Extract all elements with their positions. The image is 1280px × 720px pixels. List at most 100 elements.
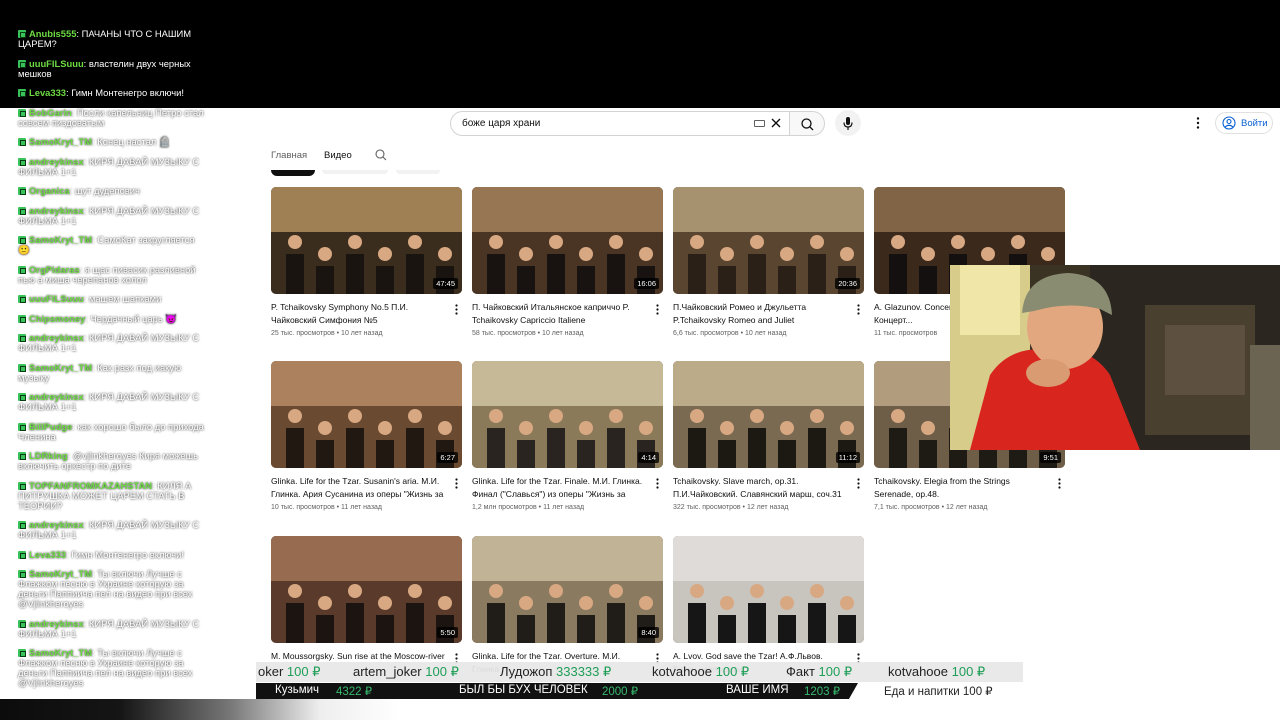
ticker-amount: 100 ₽ <box>286 664 321 679</box>
chat-nick: uuuFILSuuu <box>29 293 84 304</box>
video-views: 11 тыс. просмотров <box>874 330 938 337</box>
chat-message: SamoKryt_TM: Конец настал 🪦 <box>18 137 208 147</box>
chat-message: uuuFILSuuu: машем шапками <box>18 294 208 304</box>
video-thumbnail[interactable]: 16:06 <box>472 187 663 294</box>
tab-videos[interactable]: Видео <box>324 150 352 161</box>
donation-amount: 4322 ₽ <box>336 686 373 698</box>
chat-message: TOPFANFROMKAZAHSTAN: КИЛЯ А ПИТРУШКА МОЖ… <box>18 480 208 511</box>
video-thumbnail[interactable]: 4:14 <box>472 361 663 468</box>
tab-home[interactable]: Главная <box>271 150 307 161</box>
chat-message: Leva333: Гимн Монтенегро включи! <box>18 88 208 98</box>
signin-button[interactable]: Войти <box>1215 112 1273 134</box>
ticker-amount: 100 ₽ <box>951 664 986 679</box>
video-thumbnail[interactable]: 5:50 <box>271 536 462 643</box>
chat-text: Гимн Монтенегро включи! <box>71 548 185 560</box>
video-card[interactable]: 11:12 Tchaikovsky. Slave march, op.31. П.… <box>673 361 864 511</box>
video-card[interactable]: 47:45 P. Tchaikovsky Symphony No.5 П.И. Ч… <box>271 187 462 337</box>
webcam-overlay <box>950 265 1280 450</box>
chip-selected[interactable] <box>271 170 315 176</box>
video-card[interactable]: 8:40 Glinka. Life for the Tzar. Overture.… <box>472 536 663 674</box>
chat-message: Organica: шут дудепович <box>18 186 208 196</box>
chat-message: SamoKryt_TM: Ты включи Лучше с Флажком п… <box>18 569 208 609</box>
chat-text: Конец настал 🪦 <box>97 136 171 147</box>
video-menu-icon[interactable] <box>857 478 860 489</box>
video-thumbnail[interactable]: 11:12 <box>673 361 864 468</box>
chat-text: Чердачный царь 😈 <box>90 312 178 324</box>
video-card[interactable]: 6:27 Glinka. Life for the Tzar. Susanin's… <box>271 361 462 511</box>
voice-search-button[interactable] <box>835 110 861 136</box>
chat-badge-icon <box>18 619 26 628</box>
chat-nick: Organica <box>29 185 70 196</box>
video-meta: 25 тыс. просмотров • 10 лет назад <box>271 330 383 337</box>
video-card[interactable]: 20:36 П.Чайковский Ромео и Джульетта P.Tc… <box>673 187 864 337</box>
video-meta: 322 тыс. просмотров • 12 лет назад <box>673 504 788 511</box>
video-duration: 4:14 <box>638 452 659 463</box>
channel-search-icon[interactable] <box>374 148 388 162</box>
thumbnail-image <box>673 536 864 643</box>
video-menu-icon[interactable] <box>857 304 860 315</box>
donation-name: БЫЛ БЫ БУХ ЧЕЛОВЕК <box>459 684 588 696</box>
chat-badge-icon <box>18 157 26 166</box>
video-title[interactable]: Tchaikovsky. Elegia from the Strings Ser… <box>874 475 1049 500</box>
close-icon[interactable] <box>769 116 783 130</box>
chat-message: andreykinsx: КИРЯ ДАВАЙ МУЗЫКУ С ФИЛЬМА … <box>18 205 208 226</box>
video-views: 25 тыс. просмотров <box>271 330 335 337</box>
video-duration: 6:27 <box>437 452 458 463</box>
chat-badge-icon <box>18 314 26 323</box>
video-thumbnail[interactable]: 47:45 <box>271 187 462 294</box>
video-thumbnail[interactable]: 6:27 <box>271 361 462 468</box>
video-menu-icon[interactable] <box>656 304 659 315</box>
video-title[interactable]: P. Tchaikovsky Symphony No.5 П.И. Чайков… <box>271 301 446 326</box>
chat-message: BillPudge: как хорошо было до прихода Чл… <box>18 421 208 442</box>
video-menu-icon[interactable] <box>455 478 458 489</box>
video-meta: 10 тыс. просмотров • 11 лет назад <box>271 504 382 511</box>
more-options-icon[interactable] <box>1193 115 1203 131</box>
chat-message: OrgPidaras: я щас пивасик разливной пью … <box>18 264 208 285</box>
chat-badge-icon <box>18 59 26 68</box>
video-menu-icon[interactable] <box>656 478 659 489</box>
video-card[interactable]: 4:14 Glinka. Life for the Tzar. Finale. М… <box>472 361 663 511</box>
ticker-item: kotvahooe 100 ₽ <box>652 664 749 680</box>
video-menu-icon[interactable] <box>455 304 458 315</box>
chat-message: SamoKryt_TM: Ты включи Лучше с Флажком п… <box>18 648 208 688</box>
video-title[interactable]: Glinka. Life for the Tzar. Finale. М.И. … <box>472 475 647 500</box>
video-card[interactable]: 16:06 П. Чайковский Итальянское каприччо … <box>472 187 663 337</box>
video-menu-icon[interactable] <box>1058 478 1061 489</box>
video-card[interactable]: 5:50 M. Moussorgsky. Sun rise at the Mosc… <box>271 536 462 664</box>
keyboard-icon[interactable] <box>754 120 765 127</box>
video-duration: 8:40 <box>638 627 659 638</box>
video-meta: 1,2 млн просмотров • 11 лет назад <box>472 504 584 511</box>
search-box[interactable]: боже царя храни <box>450 111 790 136</box>
chat-message: andreykinsx: КИРЯ ДАВАЙ МУЗЫКУ С ФИЛЬМА … <box>18 333 208 353</box>
chat-message: SamoKryt_TM: СамоКат закругляется 🙂 <box>18 235 208 255</box>
chat-text: шут дудепович <box>74 185 140 196</box>
video-title[interactable]: M. Moussorgsky. Sun rise at the Moscow-r… <box>271 650 446 663</box>
video-title[interactable]: Tchaikovsky. Slave march, op.31. П.И.Чай… <box>673 475 848 500</box>
video-thumbnail[interactable] <box>673 536 864 643</box>
chip[interactable] <box>322 170 388 174</box>
search-icon <box>801 118 814 131</box>
search-input[interactable]: боже царя храни <box>462 118 540 129</box>
video-title[interactable]: П. Чайковский Итальянское каприччо P. Tc… <box>472 301 647 326</box>
chat-message: andreykinsx: КИРЯ ДАВАЙ МУЗЫКУ С ФИЛЬМА … <box>18 156 208 177</box>
chat-badge-icon <box>18 550 26 559</box>
video-thumbnail[interactable]: 8:40 <box>472 536 663 643</box>
video-thumbnail[interactable]: 20:36 <box>673 187 864 294</box>
chat-badge-icon <box>18 187 26 195</box>
video-title[interactable]: Glinka. Life for the Tzar. Susanin's ari… <box>271 475 446 500</box>
donation-ticker: oker 100 ₽ artem_joker 100 ₽ Лудожоп 33333… <box>256 662 1023 682</box>
chat-badge-icon <box>18 570 26 578</box>
chip[interactable] <box>396 170 440 174</box>
search-button[interactable] <box>789 111 825 136</box>
ticker-amount: 100 ₽ <box>818 664 853 679</box>
video-title[interactable]: П.Чайковский Ромео и Джульетта P.Tchaiko… <box>673 301 848 326</box>
ticker-name: kotvahooe <box>652 664 712 679</box>
donation-amount: 1203 ₽ <box>804 686 841 698</box>
chat-badge-icon <box>18 393 26 401</box>
stream-chat: Anubis555: ПАЧАНЫ ЧТО С НАШИМ ЦАРЕМ? uuuF… <box>18 29 208 698</box>
signin-label: Войти <box>1241 118 1268 129</box>
video-card[interactable]: A. Lvov. God save the Tzar! А.Ф.Львов. Б… <box>673 536 864 674</box>
chat-badge-icon <box>18 30 26 38</box>
chat-badge-icon <box>18 334 26 342</box>
donation-bar: Кузьмич 4322 ₽ БЫЛ БЫ БУХ ЧЕЛОВЕК 2000 ₽ ВАШ… <box>256 683 858 699</box>
